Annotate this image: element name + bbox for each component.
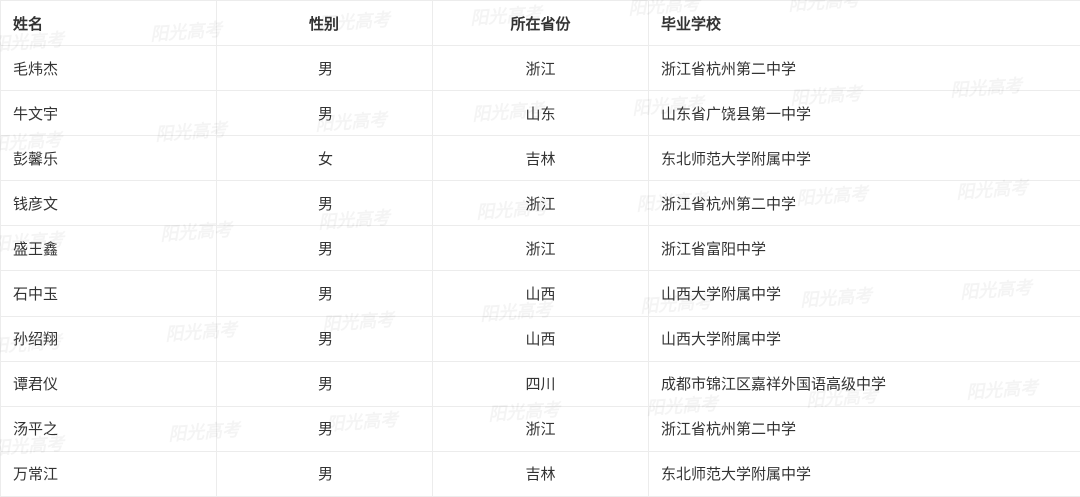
table-row: 孙绍翔 男 山西 山西大学附属中学 — [0, 315, 1080, 362]
cell-gender: 男 — [216, 90, 433, 137]
cell-gender: 男 — [216, 180, 433, 227]
cell-school: 浙江省杭州第二中学 — [648, 44, 1080, 92]
cell-gender: 男 — [216, 44, 433, 92]
cell-school: 东北师范大学附属中学 — [648, 135, 1080, 182]
cell-province: 吉林 — [432, 135, 649, 182]
cell-province: 浙江 — [432, 44, 649, 92]
table-row: 谭君仪 男 四川 成都市锦江区嘉祥外国语高级中学 — [0, 360, 1080, 407]
cell-school: 山西大学附属中学 — [648, 315, 1080, 362]
cell-school: 山东省广饶县第一中学 — [648, 90, 1080, 137]
cell-name: 盛王鑫 — [0, 225, 217, 272]
header-gender: 性别 — [216, 0, 433, 46]
table-row: 钱彦文 男 浙江 浙江省杭州第二中学 — [0, 180, 1080, 227]
cell-school: 浙江省杭州第二中学 — [648, 405, 1080, 452]
cell-province: 山西 — [432, 315, 649, 362]
cell-name: 牛文宇 — [0, 90, 217, 137]
cell-name: 毛炜杰 — [0, 44, 217, 92]
cell-school: 浙江省富阳中学 — [648, 225, 1080, 272]
table-row: 彭馨乐 女 吉林 东北师范大学附属中学 — [0, 135, 1080, 182]
table-row: 盛王鑫 男 浙江 浙江省富阳中学 — [0, 225, 1080, 272]
cell-province: 浙江 — [432, 405, 649, 452]
cell-name: 彭馨乐 — [0, 135, 217, 182]
cell-name: 汤平之 — [0, 405, 217, 452]
cell-school: 浙江省杭州第二中学 — [648, 180, 1080, 227]
header-school: 毕业学校 — [648, 0, 1080, 46]
cell-name: 万常江 — [0, 450, 217, 497]
cell-province: 山西 — [432, 270, 649, 317]
cell-name: 石中玉 — [0, 270, 217, 317]
cell-province: 浙江 — [432, 180, 649, 227]
cell-gender: 男 — [216, 225, 433, 272]
cell-province: 山东 — [432, 90, 649, 137]
table-row: 毛炜杰 男 浙江 浙江省杭州第二中学 — [0, 44, 1080, 92]
header-name: 姓名 — [0, 0, 217, 46]
cell-province: 四川 — [432, 360, 649, 407]
cell-province: 吉林 — [432, 450, 649, 497]
cell-gender: 男 — [216, 360, 433, 407]
cell-name: 孙绍翔 — [0, 315, 217, 362]
table-header: 姓名 性别 所在省份 毕业学校 — [0, 0, 1080, 46]
cell-name: 钱彦文 — [0, 180, 217, 227]
table-row: 汤平之 男 浙江 浙江省杭州第二中学 — [0, 405, 1080, 452]
table-row: 石中玉 男 山西 山西大学附属中学 — [0, 270, 1080, 317]
student-table: 姓名 性别 所在省份 毕业学校 毛炜杰 男 浙江 浙江省杭州第二中学 牛文宇 男… — [0, 0, 1080, 497]
table-row: 万常江 男 吉林 东北师范大学附属中学 — [0, 450, 1080, 497]
header-province: 所在省份 — [432, 0, 649, 46]
header-row: 姓名 性别 所在省份 毕业学校 — [0, 0, 1080, 46]
cell-gender: 男 — [216, 315, 433, 362]
cell-gender: 男 — [216, 270, 433, 317]
cell-gender: 女 — [216, 135, 433, 182]
cell-gender: 男 — [216, 450, 433, 497]
cell-province: 浙江 — [432, 225, 649, 272]
cell-gender: 男 — [216, 405, 433, 452]
table-body: 毛炜杰 男 浙江 浙江省杭州第二中学 牛文宇 男 山东 山东省广饶县第一中学 彭… — [0, 44, 1080, 497]
cell-school: 山西大学附属中学 — [648, 270, 1080, 317]
cell-name: 谭君仪 — [0, 360, 217, 407]
table-row: 牛文宇 男 山东 山东省广饶县第一中学 — [0, 90, 1080, 137]
cell-school: 东北师范大学附属中学 — [648, 450, 1080, 497]
cell-school: 成都市锦江区嘉祥外国语高级中学 — [648, 360, 1080, 407]
